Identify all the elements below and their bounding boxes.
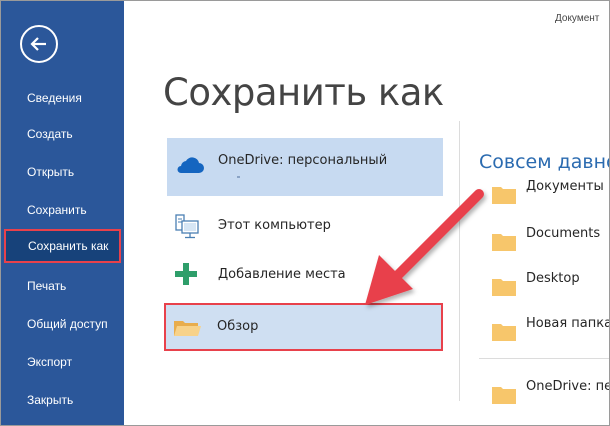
back-button[interactable] bbox=[20, 25, 58, 63]
nav-save-as[interactable]: Сохранить как bbox=[4, 229, 121, 263]
nav-info[interactable]: Сведения bbox=[1, 85, 124, 111]
recent-folder-item[interactable]: Desktop bbox=[489, 271, 609, 301]
folder-icon bbox=[492, 324, 516, 341]
nav-open[interactable]: Открыть bbox=[1, 159, 124, 185]
location-onedrive-label: OneDrive: персональный bbox=[218, 153, 388, 168]
nav-export[interactable]: Экспорт bbox=[1, 349, 124, 375]
location-onedrive-account bbox=[237, 176, 240, 178]
page-title: Сохранить как bbox=[163, 71, 444, 114]
document-title: Документ bbox=[555, 13, 600, 24]
recent-folder-label: OneDrive: пе bbox=[526, 379, 610, 394]
nav-close[interactable]: Закрыть bbox=[1, 387, 124, 413]
recent-folder-item[interactable]: OneDrive: пе bbox=[489, 379, 610, 409]
backstage-sidebar: Сведения Создать Открыть Сохранить Сохра… bbox=[1, 1, 124, 425]
back-arrow-icon bbox=[30, 37, 46, 51]
nav-share[interactable]: Общий доступ bbox=[1, 311, 124, 337]
recent-folder-label: Desktop bbox=[526, 271, 580, 286]
recent-folder-item[interactable]: Documents bbox=[489, 226, 609, 256]
column-divider bbox=[459, 121, 460, 401]
location-onedrive[interactable]: OneDrive: персональный bbox=[167, 138, 443, 196]
nav-print[interactable]: Печать bbox=[1, 273, 124, 299]
folder-icon bbox=[174, 321, 201, 336]
computer-icon bbox=[175, 214, 199, 239]
folder-icon bbox=[492, 387, 516, 404]
recent-folder-label: Новая папка bbox=[526, 316, 610, 331]
location-browse[interactable]: Обзор bbox=[164, 303, 443, 351]
recent-folder-label: Документы bbox=[526, 179, 604, 194]
folder-icon bbox=[492, 279, 516, 296]
nav-save[interactable]: Сохранить bbox=[1, 197, 124, 223]
location-add-place-label: Добавление места bbox=[218, 267, 346, 282]
cloud-icon bbox=[177, 157, 204, 173]
backstage-window: Сведения Создать Открыть Сохранить Сохра… bbox=[0, 0, 610, 426]
recent-folder-label: Documents bbox=[526, 226, 601, 241]
plus-icon bbox=[175, 263, 197, 285]
recent-separator bbox=[479, 358, 609, 359]
location-this-pc-label: Этот компьютер bbox=[218, 218, 331, 233]
recent-folder-item[interactable]: Новая папка bbox=[489, 316, 610, 346]
recent-folders-heading: Совсем давно bbox=[479, 151, 610, 173]
recent-folder-item[interactable]: Документы bbox=[489, 179, 609, 209]
location-browse-label: Обзор bbox=[217, 319, 259, 334]
folder-icon bbox=[492, 234, 516, 251]
folder-icon bbox=[492, 187, 516, 204]
nav-new[interactable]: Создать bbox=[1, 121, 124, 147]
location-this-pc[interactable]: Этот компьютер bbox=[167, 205, 443, 261]
